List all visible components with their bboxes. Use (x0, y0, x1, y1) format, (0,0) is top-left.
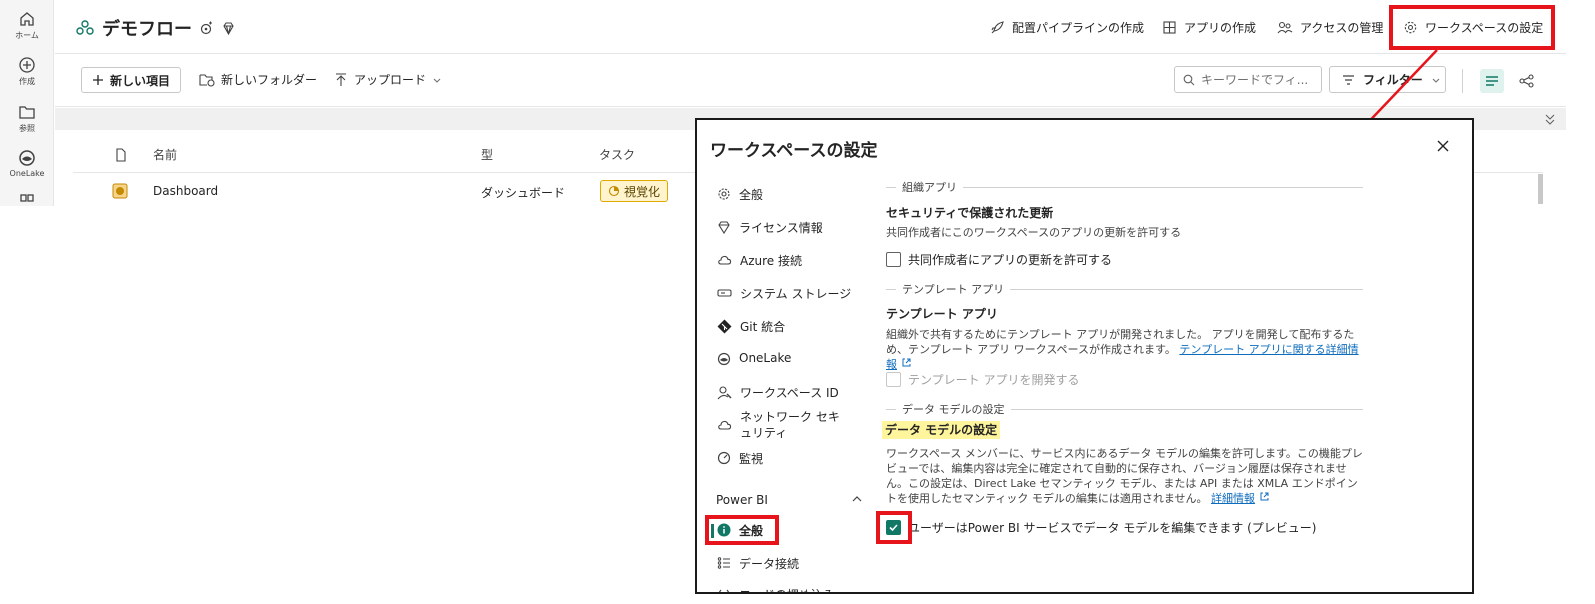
git-icon (717, 319, 732, 334)
nav-label: OneLake (739, 351, 792, 365)
chevron-up-icon[interactable] (851, 493, 863, 505)
template-checkbox-row[interactable]: テンプレート アプリを開発する (886, 371, 1079, 388)
nav-workspace-id[interactable]: ワークスペース ID (717, 384, 867, 401)
storage-icon (717, 289, 732, 297)
template-section-label: テンプレート アプリ (886, 281, 1363, 297)
monitor-icon (717, 451, 731, 465)
datamodel-description: ワークスペース メンバーに、サービス内にあるデータ モデルの編集を許可します。こ… (886, 447, 1363, 505)
template-checkbox[interactable] (886, 372, 901, 387)
nav-label: 監視 (739, 452, 764, 466)
datamodel-checkbox-label: ユーザーはPower BI サービスでデータ モデルを編集できます (プレビュー… (908, 521, 1317, 535)
org-app-checkbox-row[interactable]: 共同作成者にアプリの更新を許可する (886, 251, 1112, 268)
close-icon[interactable] (1435, 138, 1451, 154)
gear-icon (718, 188, 730, 200)
nav-general[interactable]: 全般 (717, 186, 867, 203)
nav-storage[interactable]: システム ストレージ (717, 285, 867, 302)
org-app-section-label: 組織アプリ (886, 179, 1363, 195)
nav-data-connection[interactable]: データ接続 (717, 555, 867, 572)
nav-azure[interactable]: Azure 接続 (717, 252, 867, 269)
list-icon (717, 557, 730, 569)
template-title: テンプレート アプリ (886, 307, 998, 321)
nav-label: ライセンス情報 (739, 221, 823, 235)
onelake-icon (717, 352, 731, 366)
powerbi-section-label: Power BI (716, 493, 768, 507)
datamodel-learn-more-link[interactable]: 詳細情報 (1211, 492, 1255, 505)
org-app-title: セキュリティで保護された更新 (886, 206, 1054, 220)
nav-label: 全般 (739, 188, 764, 202)
network-icon (718, 420, 732, 430)
checkbox-highlight-box (876, 511, 912, 544)
nav-embed-code[interactable]: コードの埋め込み (717, 586, 867, 592)
nav-onelake[interactable]: OneLake (717, 351, 867, 366)
cloud-icon (718, 255, 732, 265)
template-description: 組織外で共有するためにテンプレート アプリが開発されました。 アプリを開発して配… (886, 328, 1359, 371)
nav-license[interactable]: ライセンス情報 (717, 219, 867, 236)
identity-icon (717, 386, 732, 400)
nav-label: コードの埋め込み (739, 586, 835, 592)
diamond-icon (718, 221, 730, 234)
code-icon (718, 589, 730, 592)
datamodel-checkbox-row[interactable]: ユーザーはPower BI サービスでデータ モデルを編集できます (プレビュー… (886, 519, 1316, 536)
nav-label: システム ストレージ (740, 287, 852, 301)
external-link-icon[interactable] (901, 357, 912, 368)
nav-label: Git 統合 (740, 320, 786, 334)
workspace-settings-dialog: ワークスペースの設定 全般 ライセンス情報 Azure 接続 システム ストレー… (695, 118, 1474, 594)
powerbi-section-header[interactable]: Power BI (716, 493, 768, 507)
general-highlight-box (705, 515, 779, 545)
nav-label: ネットワーク セキュリティ (740, 410, 840, 440)
nav-monitoring[interactable]: 監視 (717, 450, 867, 467)
template-checkbox-label: テンプレート アプリを開発する (908, 373, 1080, 387)
nav-label: データ接続 (739, 557, 800, 571)
org-app-checkbox[interactable] (886, 252, 901, 267)
datamodel-title: データ モデルの設定 (882, 421, 1001, 439)
nav-label: ワークスペース ID (740, 386, 839, 400)
org-app-description: 共同作成者にこのワークスペースのアプリの更新を許可する (886, 226, 1182, 239)
external-link-icon[interactable] (1259, 491, 1270, 502)
nav-git[interactable]: Git 統合 (717, 318, 867, 335)
datamodel-section-label: データ モデルの設定 (886, 401, 1363, 417)
org-app-checkbox-label: 共同作成者にアプリの更新を許可する (908, 253, 1113, 267)
nav-label: Azure 接続 (740, 254, 802, 268)
dialog-title: ワークスペースの設定 (710, 141, 878, 161)
nav-network-security[interactable]: ネットワーク セキュリティ (717, 409, 845, 441)
